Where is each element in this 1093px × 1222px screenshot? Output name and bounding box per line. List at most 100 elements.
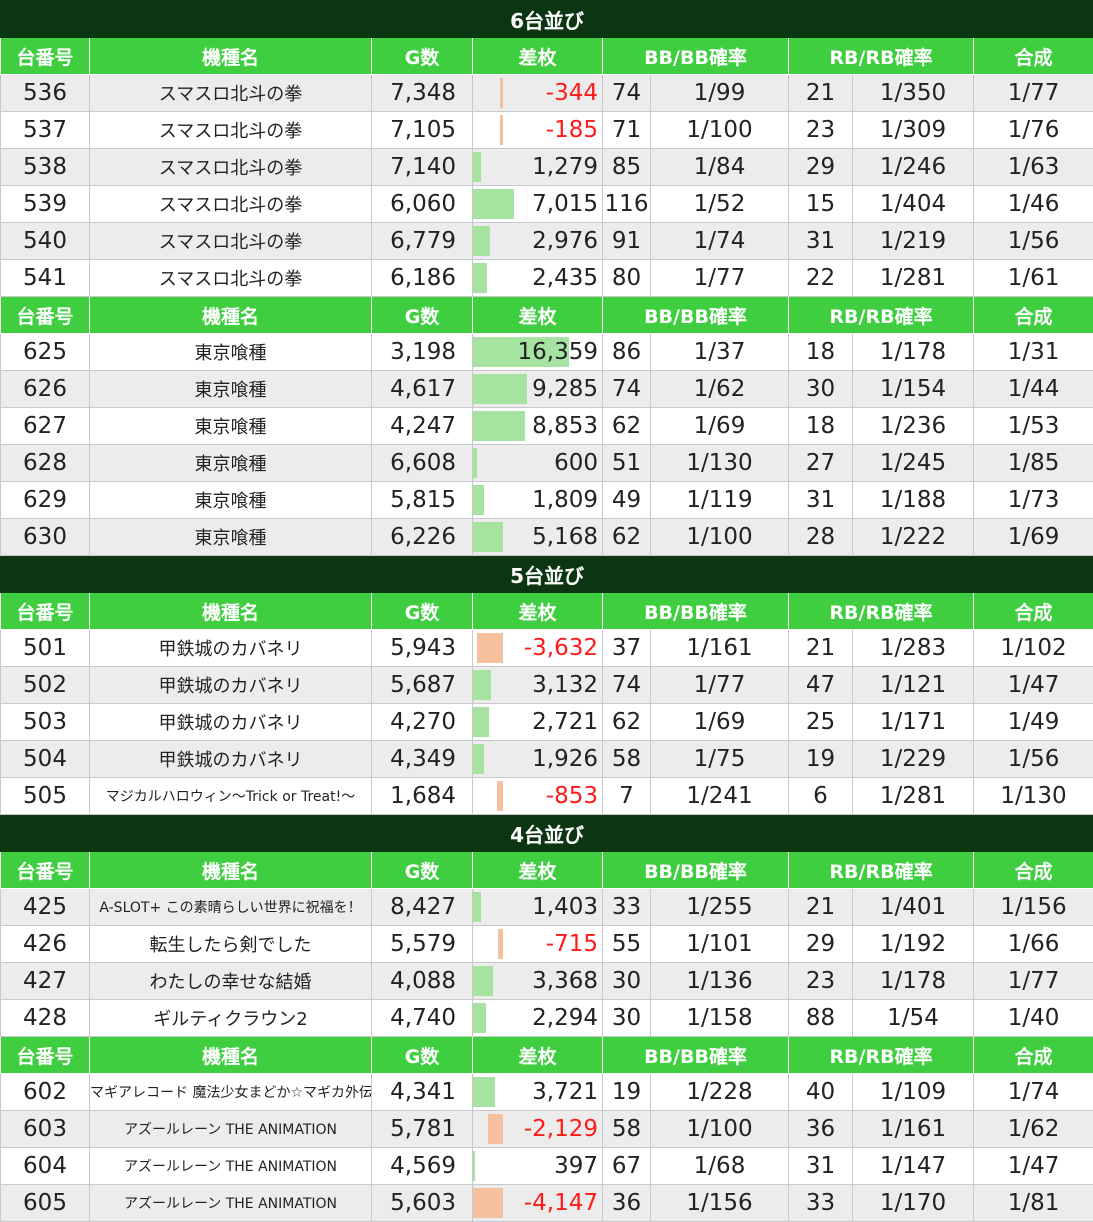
difference-bar	[473, 411, 525, 441]
table-row: 505 マジカルハロウィン〜Trick or Treat!〜 1,684 -853 7 1…	[0, 777, 1093, 815]
machine-number: 604	[0, 1147, 90, 1185]
game-count: 4,270	[371, 703, 473, 741]
coin-difference: 2,435	[532, 265, 598, 291]
rb-count: 30	[788, 370, 853, 408]
coin-difference: -185	[545, 117, 598, 143]
rb-count: 18	[788, 333, 853, 371]
difference-bar	[473, 485, 484, 515]
difference-bar	[477, 633, 503, 663]
difference-bar	[473, 1003, 486, 1033]
bb-rate: 1/156	[650, 1184, 789, 1222]
table-row: 428 ギルティクラウン2 4,740 2,294 30 1/158 88 1/54 1/40	[0, 999, 1093, 1037]
machine-number: 629	[0, 481, 90, 519]
coin-difference: 3,132	[532, 672, 598, 698]
bb-rate: 1/52	[650, 185, 789, 223]
machine-model: スマスロ北斗の拳	[89, 111, 372, 149]
game-count: 4,617	[371, 370, 473, 408]
bb-count: 30	[602, 999, 651, 1037]
machine-number: 625	[0, 333, 90, 371]
coin-difference: -715	[545, 931, 598, 957]
table-row: 426 転生したら剣でした 5,579 -715 55 1/101 29 1/192 1/66	[0, 925, 1093, 963]
bb-count: 33	[602, 888, 651, 926]
section-title: 4台並び	[0, 814, 1093, 852]
game-count: 3,198	[371, 333, 473, 371]
game-count: 6,226	[371, 518, 473, 556]
bb-rate: 1/228	[650, 1073, 789, 1111]
header-rb: RB/RB確率	[788, 296, 974, 334]
combined-rate: 1/56	[972, 222, 1093, 260]
rb-rate: 1/229	[852, 740, 974, 778]
machine-model: 甲鉄城のカバネリ	[89, 629, 372, 667]
difference-bar	[473, 1151, 475, 1181]
header-model: 機種名	[89, 37, 372, 75]
coin-difference: 600	[554, 450, 598, 476]
header-id: 台番号	[0, 592, 90, 630]
difference-bar	[473, 1077, 495, 1107]
coin-difference: 397	[554, 1153, 598, 1179]
coin-difference-cell: 3,368	[472, 962, 603, 1000]
header-games: G数	[371, 592, 473, 630]
machine-number: 425	[0, 888, 90, 926]
machine-model: アズールレーン THE ANIMATION	[89, 1110, 372, 1148]
slot-data-table: 6台並び 台番号 機種名 G数 差枚 BB/BB確率 RB/RB確率 合成 536 スマスロ北斗の…	[0, 0, 1093, 1222]
bb-count: 80	[602, 259, 651, 297]
machine-number: 538	[0, 148, 90, 186]
machine-model: ギルティクラウン2	[89, 999, 372, 1037]
difference-bar	[473, 263, 487, 293]
table-row: 626 東京喰種 4,617 9,285 74 1/62 30 1/154 1/44	[0, 370, 1093, 408]
bb-count: 37	[602, 629, 651, 667]
rb-count: 22	[788, 259, 853, 297]
bb-rate: 1/101	[650, 925, 789, 963]
bb-rate: 1/74	[650, 222, 789, 260]
header-model: 機種名	[89, 296, 372, 334]
game-count: 4,740	[371, 999, 473, 1037]
coin-difference: 1,279	[532, 154, 598, 180]
machine-number: 539	[0, 185, 90, 223]
difference-bar	[473, 189, 514, 219]
machine-model: 東京喰種	[89, 370, 372, 408]
rb-count: 21	[788, 74, 853, 112]
combined-rate: 1/76	[972, 111, 1093, 149]
machine-model: 東京喰種	[89, 481, 372, 519]
bb-rate: 1/77	[650, 666, 789, 704]
machine-model: アズールレーン THE ANIMATION	[89, 1147, 372, 1185]
game-count: 5,943	[371, 629, 473, 667]
rb-rate: 1/154	[852, 370, 974, 408]
difference-bar	[497, 781, 503, 811]
bb-rate: 1/119	[650, 481, 789, 519]
table-row: 501 甲鉄城のカバネリ 5,943 -3,632 37 1/161 21 1/283 1/10…	[0, 629, 1093, 667]
header-bb: BB/BB確率	[602, 37, 789, 75]
machine-model: スマスロ北斗の拳	[89, 222, 372, 260]
rb-count: 23	[788, 111, 853, 149]
section-title-row: 6台並び	[0, 0, 1093, 38]
combined-rate: 1/77	[972, 962, 1093, 1000]
game-count: 5,603	[371, 1184, 473, 1222]
bb-rate: 1/255	[650, 888, 789, 926]
rb-rate: 1/401	[852, 888, 974, 926]
game-count: 1,684	[371, 777, 473, 815]
bb-count: 49	[602, 481, 651, 519]
coin-difference-cell: -853	[472, 777, 603, 815]
header-games: G数	[371, 296, 473, 334]
difference-bar	[473, 892, 481, 922]
machine-model: 東京喰種	[89, 444, 372, 482]
machine-model: 甲鉄城のカバネリ	[89, 666, 372, 704]
coin-difference-cell: 7,015	[472, 185, 603, 223]
rb-rate: 1/246	[852, 148, 974, 186]
header-diff: 差枚	[472, 37, 603, 75]
combined-rate: 1/102	[972, 629, 1093, 667]
bb-count: 116	[602, 185, 651, 223]
header-total: 合成	[972, 37, 1093, 75]
rb-count: 6	[788, 777, 853, 815]
combined-rate: 1/56	[972, 740, 1093, 778]
coin-difference: 7,015	[532, 191, 598, 217]
header-bb: BB/BB確率	[602, 851, 789, 889]
coin-difference-cell: 397	[472, 1147, 603, 1185]
table-row: 425 A-SLOT+ この素晴らしい世界に祝福を！ 8,427 1,403 33 1/2…	[0, 888, 1093, 926]
header-rb: RB/RB確率	[788, 851, 974, 889]
table-row: 630 東京喰種 6,226 5,168 62 1/100 28 1/222 1/69	[0, 518, 1093, 556]
game-count: 7,348	[371, 74, 473, 112]
difference-bar	[473, 1188, 503, 1218]
rb-rate: 1/309	[852, 111, 974, 149]
difference-bar	[473, 374, 527, 404]
